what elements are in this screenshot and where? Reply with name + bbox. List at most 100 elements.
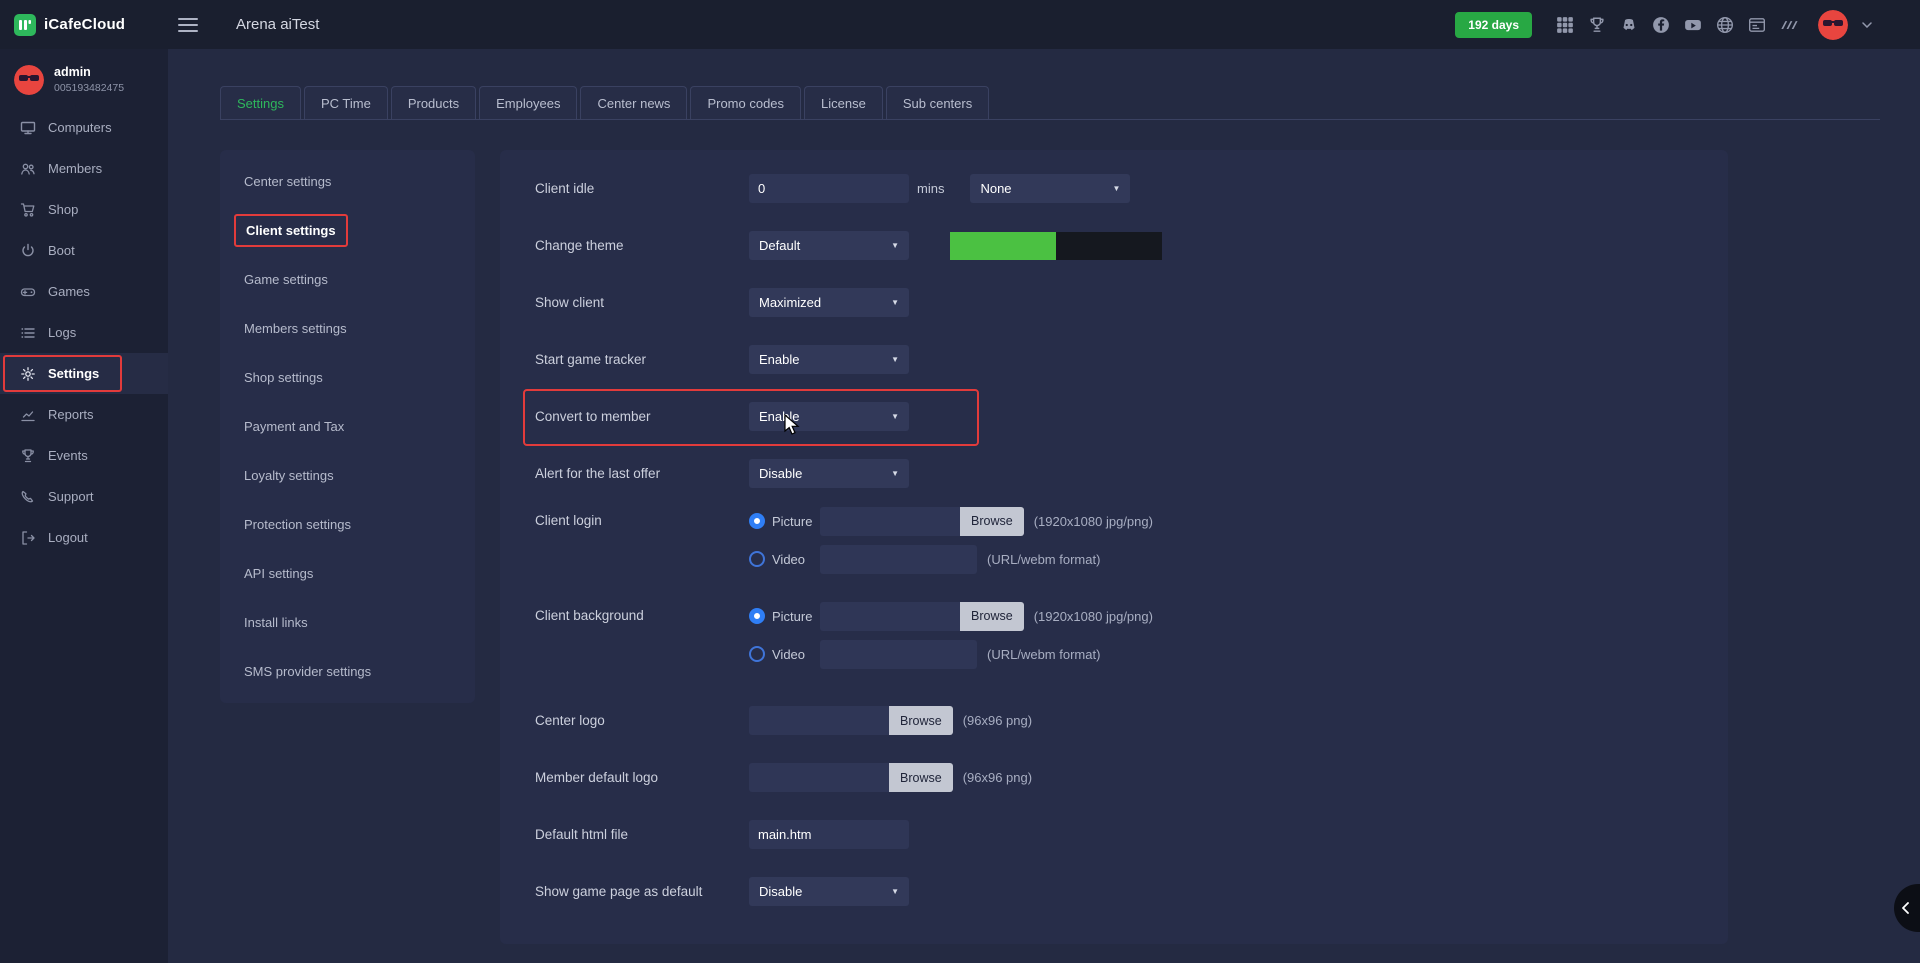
default-html-file-input[interactable]: [749, 820, 909, 849]
alert-last-offer-select[interactable]: Disable ▼: [749, 459, 909, 488]
tab-bar: Settings PC Time Products Employees Cent…: [220, 86, 1880, 120]
format-hint: (URL/webm format): [987, 647, 1100, 662]
chevron-down-icon: ▼: [891, 412, 899, 421]
sidebar-item-support[interactable]: Support: [0, 476, 168, 517]
client-idle-input[interactable]: [749, 174, 909, 203]
nav-members-settings[interactable]: Members settings: [220, 304, 475, 353]
client-settings-form: Client idle mins None ▼ Change theme Def…: [500, 150, 1728, 944]
tab-settings[interactable]: Settings: [220, 86, 301, 119]
hamburger-menu-icon[interactable]: [178, 17, 198, 33]
client-background-picture-input[interactable]: [820, 602, 960, 631]
video-radio[interactable]: [749, 646, 765, 662]
show-game-page-row: Show game page as default Disable ▼: [535, 863, 1698, 920]
field-label: Client idle: [535, 181, 749, 196]
show-game-page-select[interactable]: Disable ▼: [749, 877, 909, 906]
picture-radio[interactable]: [749, 513, 765, 529]
start-game-tracker-row: Start game tracker Enable ▼: [535, 331, 1698, 388]
client-login-picture-subrow: Picture Browse (1920x1080 jpg/png): [749, 502, 1153, 540]
change-theme-select[interactable]: Default ▼: [749, 231, 909, 260]
nav-sms-provider-settings[interactable]: SMS provider settings: [220, 647, 475, 696]
sidebar-item-label: Members: [48, 161, 102, 176]
tab-center-news[interactable]: Center news: [580, 86, 687, 119]
chevron-down-icon[interactable]: [1862, 22, 1872, 28]
globe-icon[interactable]: [1716, 16, 1734, 34]
tab-employees[interactable]: Employees: [479, 86, 577, 119]
field-label: Alert for the last offer: [535, 466, 749, 481]
sidebar-item-logout[interactable]: Logout: [0, 517, 168, 558]
start-game-tracker-select[interactable]: Enable ▼: [749, 345, 909, 374]
facebook-icon[interactable]: [1652, 16, 1670, 34]
format-hint: (96x96 png): [963, 770, 1032, 785]
kiosk-card-icon[interactable]: [1748, 16, 1766, 34]
sidebar-user-avatar[interactable]: [14, 65, 44, 95]
trophy-icon[interactable]: [1588, 16, 1606, 34]
nav-shop-settings[interactable]: Shop settings: [220, 353, 475, 402]
sidebar-item-boot[interactable]: Boot: [0, 230, 168, 271]
picture-radio[interactable]: [749, 608, 765, 624]
chevron-down-icon: ▼: [891, 469, 899, 478]
theme-preview: [950, 232, 1162, 260]
member-default-logo-browse-button[interactable]: Browse: [889, 763, 953, 792]
sidebar-item-reports[interactable]: Reports: [0, 394, 168, 435]
nav-protection-settings[interactable]: Protection settings: [220, 500, 475, 549]
page-title: Arena aiTest: [236, 16, 319, 33]
sidebar-item-events[interactable]: Events: [0, 435, 168, 476]
gamepad-icon: [20, 284, 36, 300]
sidebar-item-members[interactable]: Members: [0, 148, 168, 189]
client-login-picture-browse-button[interactable]: Browse: [960, 507, 1024, 536]
topbar-right: 192 days: [1455, 10, 1920, 40]
nav-api-settings[interactable]: API settings: [220, 549, 475, 598]
layers-icon[interactable]: [1780, 16, 1798, 34]
chart-icon: [20, 407, 36, 423]
brand-name: iCafeCloud: [44, 16, 125, 33]
convert-to-member-select[interactable]: Enable ▼: [749, 402, 909, 431]
client-background-video-input[interactable]: [820, 640, 977, 669]
sidebar-user: admin 005193482475: [0, 49, 168, 107]
tab-products[interactable]: Products: [391, 86, 476, 119]
sidebar-item-label: Logs: [48, 325, 76, 340]
client-idle-action-select[interactable]: None ▼: [970, 174, 1130, 203]
cart-icon: [20, 202, 36, 218]
youtube-icon[interactable]: [1684, 16, 1702, 34]
video-radio[interactable]: [749, 551, 765, 567]
settings-panels: Center settings Client settings Game set…: [220, 150, 1920, 944]
main-content: Settings PC Time Products Employees Cent…: [168, 0, 1920, 944]
field-label: Show game page as default: [535, 884, 749, 899]
center-logo-browse-button[interactable]: Browse: [889, 706, 953, 735]
theme-swatch-dark: [1056, 232, 1162, 260]
client-background-picture-browse-button[interactable]: Browse: [960, 602, 1024, 631]
center-logo-row: Center logo Browse (96x96 png): [535, 692, 1698, 749]
nav-game-settings[interactable]: Game settings: [220, 255, 475, 304]
apps-grid-icon[interactable]: [1556, 16, 1574, 34]
client-background-video-subrow: Video (URL/webm format): [749, 635, 1153, 673]
tab-license[interactable]: License: [804, 86, 883, 119]
nav-payment-and-tax[interactable]: Payment and Tax: [220, 402, 475, 451]
discord-icon[interactable]: [1620, 16, 1638, 34]
days-badge[interactable]: 192 days: [1455, 12, 1532, 38]
sidebar-item-settings[interactable]: Settings: [0, 353, 168, 394]
client-login-video-input[interactable]: [820, 545, 977, 574]
brand-logo[interactable]: iCafeCloud: [0, 14, 168, 36]
chevron-down-icon: ▼: [891, 887, 899, 896]
center-logo-input[interactable]: [749, 706, 889, 735]
sidebar-item-computers[interactable]: Computers: [0, 107, 168, 148]
format-hint: (1920x1080 jpg/png): [1034, 514, 1153, 529]
logout-icon: [20, 530, 36, 546]
tab-sub-centers[interactable]: Sub centers: [886, 86, 989, 119]
nav-loyalty-settings[interactable]: Loyalty settings: [220, 451, 475, 500]
nav-center-settings[interactable]: Center settings: [220, 157, 475, 206]
chevron-left-icon: [1901, 902, 1909, 914]
sidebar-item-games[interactable]: Games: [0, 271, 168, 312]
change-theme-row: Change theme Default ▼: [535, 217, 1698, 274]
sidebar-item-label: Support: [48, 489, 94, 504]
show-client-select[interactable]: Maximized ▼: [749, 288, 909, 317]
user-avatar[interactable]: [1818, 10, 1848, 40]
tab-pc-time[interactable]: PC Time: [304, 86, 388, 119]
nav-client-settings[interactable]: Client settings: [220, 206, 475, 255]
client-login-picture-input[interactable]: [820, 507, 960, 536]
nav-install-links[interactable]: Install links: [220, 598, 475, 647]
sidebar-item-logs[interactable]: Logs: [0, 312, 168, 353]
member-default-logo-input[interactable]: [749, 763, 889, 792]
sidebar-item-shop[interactable]: Shop: [0, 189, 168, 230]
tab-promo-codes[interactable]: Promo codes: [690, 86, 801, 119]
